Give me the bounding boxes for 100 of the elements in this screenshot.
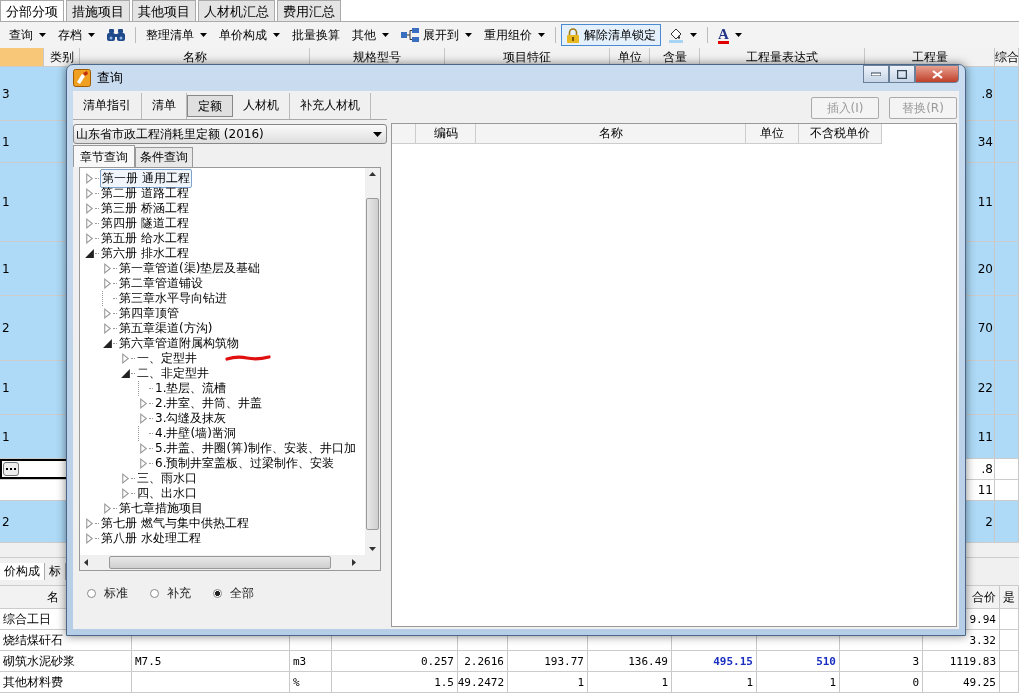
column-header: 单位 bbox=[746, 124, 799, 144]
expand-arrow-icon[interactable] bbox=[120, 488, 131, 499]
caret-icon bbox=[734, 33, 742, 37]
caret-icon bbox=[88, 33, 95, 37]
expand-arrow-icon[interactable] bbox=[120, 473, 131, 484]
tree-item[interactable]: 一、定型井 bbox=[136, 350, 198, 367]
tree-item[interactable]: 第八册 水处理工程 bbox=[100, 530, 202, 547]
tree-item[interactable]: 第五册 给水工程 bbox=[100, 230, 190, 247]
scroll-up-icon[interactable] bbox=[369, 172, 376, 176]
expand-arrow-icon[interactable] bbox=[120, 353, 131, 364]
tree-item[interactable]: 6.预制井室盖板、过梁制作、安装 bbox=[154, 455, 336, 472]
filter-radio[interactable]: 全部 bbox=[213, 585, 254, 602]
expand-arrow-icon[interactable] bbox=[102, 323, 113, 334]
minimize-button[interactable] bbox=[863, 65, 889, 83]
expand-arrow-icon[interactable] bbox=[138, 413, 149, 424]
expand-arrow-icon[interactable] bbox=[84, 533, 95, 544]
collapse-arrow-icon[interactable] bbox=[84, 248, 95, 259]
tree-item[interactable]: 第二册 道路工程 bbox=[100, 185, 190, 202]
horizontal-scrollbar[interactable] bbox=[80, 555, 380, 570]
expand-arrow-icon[interactable] bbox=[84, 203, 95, 214]
toolbar-button[interactable]: 其他 bbox=[347, 24, 394, 46]
tree-item[interactable]: 第二章管道铺设 bbox=[118, 275, 204, 292]
collapse-arrow-icon[interactable] bbox=[120, 368, 131, 379]
tree-item[interactable]: 第四章顶管 bbox=[118, 305, 180, 322]
table-cell: 砌筑水泥砂浆 bbox=[3, 652, 75, 670]
toolbar-button[interactable]: 单价构成 bbox=[214, 24, 285, 46]
tree-item[interactable]: 第三章水平导向钻进 bbox=[118, 290, 228, 307]
tree-item[interactable]: 第一册 通用工程 bbox=[100, 169, 192, 188]
expand-arrow-icon[interactable] bbox=[138, 443, 149, 454]
tree-item[interactable]: 2.井室、井筒、井盖 bbox=[154, 395, 264, 412]
tree-item[interactable]: 二、非定型井 bbox=[136, 365, 210, 382]
toolbar-button[interactable]: 整理清单 bbox=[141, 24, 212, 46]
module-tab[interactable]: 费用汇总 bbox=[277, 0, 341, 21]
filter-radio[interactable]: 标准 bbox=[87, 585, 128, 602]
toolbar-button[interactable]: 批量换算 bbox=[287, 24, 345, 46]
tree-item[interactable]: 第五章渠道(方沟) bbox=[118, 320, 214, 337]
tree-item[interactable]: 5.井盖、井圈(箅)制作、安装、井口加 bbox=[154, 440, 357, 457]
column-header: 名称 bbox=[476, 124, 746, 144]
font-color-button[interactable]: A bbox=[713, 24, 747, 46]
tree-item[interactable]: 1.垫层、流槽 bbox=[154, 380, 228, 397]
column-header: 综合 bbox=[995, 48, 1019, 66]
ellipsis-button[interactable] bbox=[3, 462, 19, 476]
ellipsis-icon bbox=[6, 467, 16, 471]
table-cell: 2 bbox=[1, 321, 10, 335]
table-cell: 11 bbox=[977, 195, 993, 209]
tree-item[interactable]: 第六册 排水工程 bbox=[100, 245, 190, 262]
tree-item[interactable]: 三、雨水口 bbox=[136, 470, 198, 487]
expand-arrow-icon[interactable] bbox=[102, 278, 113, 289]
query-tab[interactable]: 人材机 bbox=[233, 93, 290, 119]
query-tab[interactable]: 补充人材机 bbox=[290, 93, 371, 119]
panel-tab[interactable]: 价构成 bbox=[0, 563, 45, 580]
toolbar-button[interactable]: 重用组价 bbox=[479, 24, 550, 46]
expand-arrow-icon[interactable] bbox=[102, 263, 113, 274]
expand-arrow-icon[interactable] bbox=[84, 218, 95, 229]
unlock-button[interactable]: 解除清单锁定 bbox=[561, 24, 661, 46]
query-tab[interactable]: 清单指引 bbox=[73, 93, 142, 119]
module-tab[interactable]: 人材机汇总 bbox=[198, 0, 275, 21]
table-cell: 1 bbox=[1, 195, 10, 209]
module-tab[interactable]: 措施项目 bbox=[66, 0, 130, 21]
module-tab[interactable]: 其他项目 bbox=[132, 0, 196, 21]
collapse-arrow-icon[interactable] bbox=[102, 338, 113, 349]
scroll-right-icon[interactable] bbox=[352, 559, 356, 566]
tree-item[interactable]: 第七章措施项目 bbox=[118, 500, 204, 517]
query-tab[interactable]: 定额 bbox=[187, 95, 233, 117]
scroll-thumb[interactable] bbox=[109, 556, 331, 569]
expand-arrow-icon[interactable] bbox=[102, 503, 113, 514]
search-mode-tab[interactable]: 条件查询 bbox=[135, 147, 193, 167]
table-cell: 2 bbox=[1, 514, 10, 529]
close-button[interactable] bbox=[915, 65, 959, 83]
tree-item[interactable]: 第一章管道(渠)垫层及基础 bbox=[118, 260, 262, 277]
scroll-thumb[interactable] bbox=[366, 197, 379, 530]
toolbar-button[interactable]: 存档 bbox=[53, 24, 100, 46]
expand-arrow-icon[interactable] bbox=[84, 173, 95, 184]
tree-item[interactable]: 第六章管道附属构筑物 bbox=[118, 335, 240, 352]
maximize-button[interactable] bbox=[889, 65, 915, 83]
table-cell: 49.2472 bbox=[457, 675, 504, 689]
tree-item[interactable]: 第四册 隧道工程 bbox=[100, 215, 190, 232]
module-tab[interactable]: 分部分项 bbox=[0, 0, 64, 21]
toolbar-button[interactable]: 查询 bbox=[4, 24, 51, 46]
tree-item[interactable]: 第七册 燃气与集中供热工程 bbox=[100, 515, 250, 532]
table-cell: m3 bbox=[293, 654, 307, 668]
quota-library-dropdown[interactable]: 山东省市政工程消耗里定额 (2016) bbox=[73, 124, 387, 144]
expand-arrow-icon[interactable] bbox=[84, 518, 95, 529]
caret-icon bbox=[538, 33, 545, 37]
expand-arrow-icon[interactable] bbox=[84, 233, 95, 244]
tree-item[interactable]: 4.井壁(墙)凿洞 bbox=[154, 425, 237, 442]
tree-item[interactable]: 3.勾缝及抹灰 bbox=[154, 410, 228, 427]
search-mode-tab[interactable]: 章节查询 bbox=[73, 145, 135, 167]
toolbar-button[interactable]: 展开到 bbox=[396, 24, 477, 46]
scroll-left-icon[interactable] bbox=[84, 559, 88, 566]
table-cell: 1 bbox=[1, 261, 10, 276]
expand-arrow-icon[interactable] bbox=[84, 188, 95, 199]
tree-item[interactable]: 第三册 桥涵工程 bbox=[100, 200, 190, 217]
tree-item[interactable]: 四、出水口 bbox=[136, 485, 198, 502]
filter-radio[interactable]: 补充 bbox=[150, 585, 191, 602]
scroll-down-icon[interactable] bbox=[369, 547, 376, 551]
expand-arrow-icon[interactable] bbox=[102, 308, 113, 319]
expand-arrow-icon[interactable] bbox=[138, 398, 149, 409]
vertical-scrollbar[interactable] bbox=[365, 168, 380, 555]
expand-arrow-icon[interactable] bbox=[138, 458, 149, 469]
